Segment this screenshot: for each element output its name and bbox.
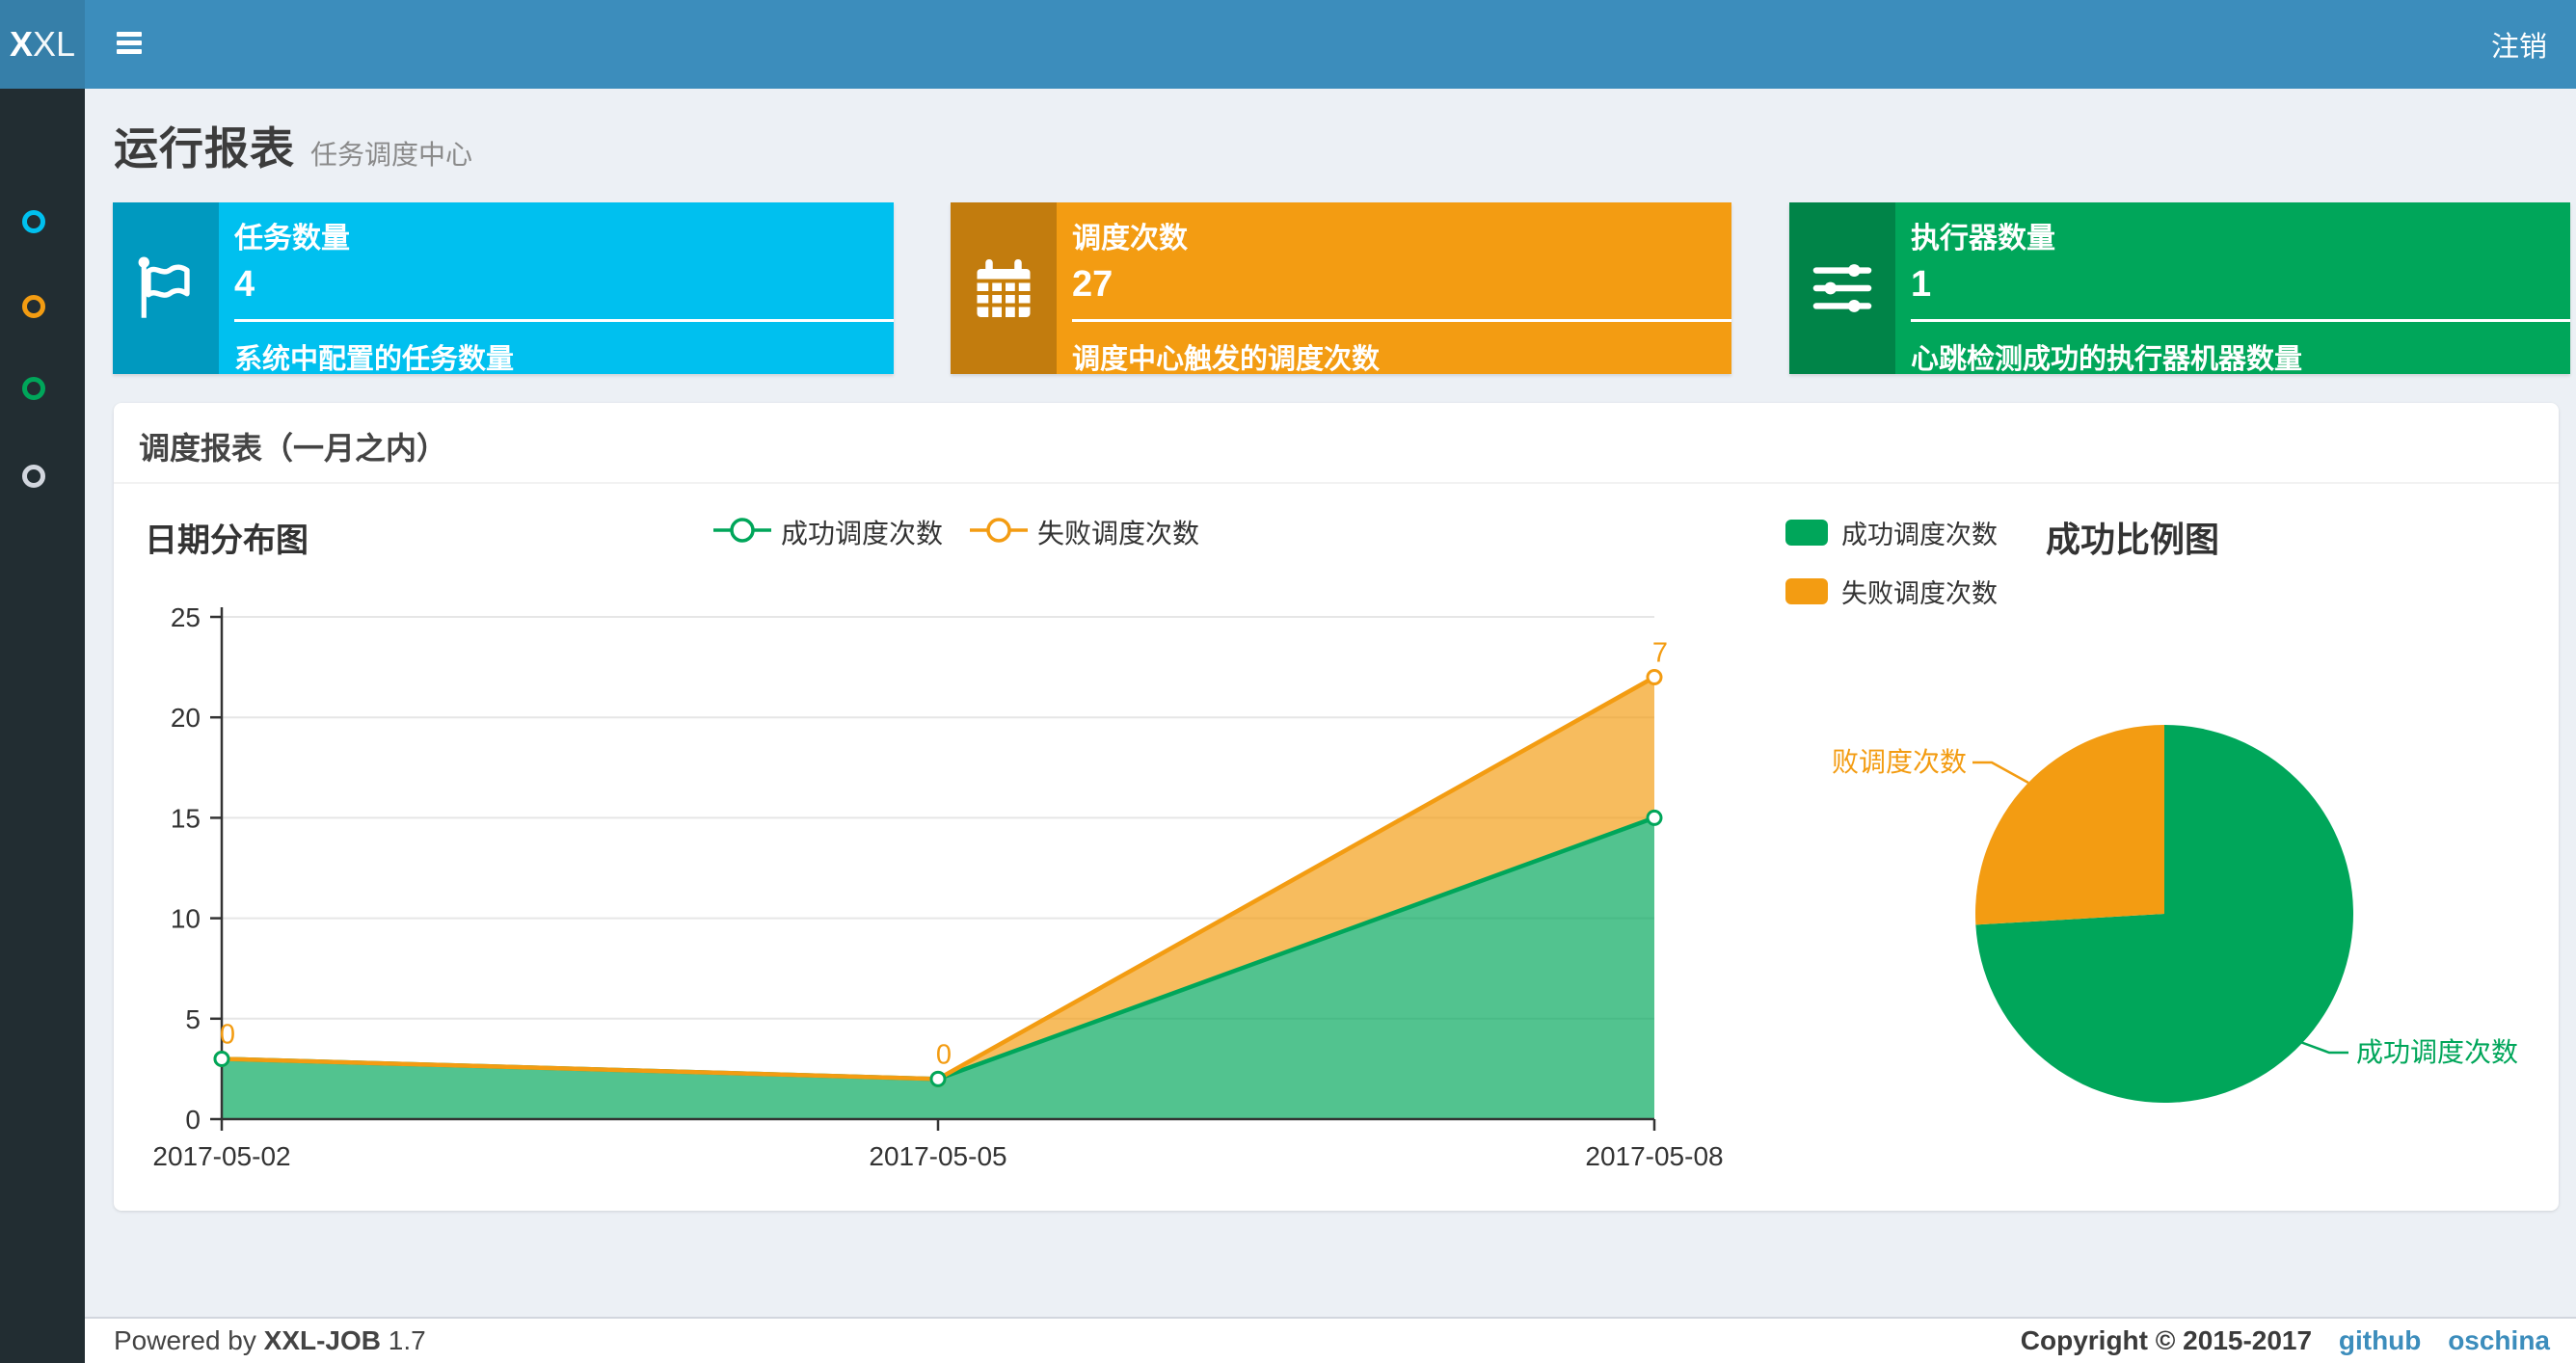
pie-chart-legend: 成功调度次数 失败调度次数	[1785, 514, 1998, 631]
svg-text:0: 0	[936, 1039, 952, 1070]
svg-text:25: 25	[171, 602, 201, 632]
stat-title: 调度次数	[1072, 223, 1188, 254]
hamburger-icon	[117, 32, 142, 37]
pie-chart[interactable]: 成功调度次数 失败调度次数	[1832, 636, 2536, 1176]
stat-box-jobs: 任务数量 4 系统中配置的任务数量	[113, 202, 894, 375]
page-subtitle: 任务调度中心	[310, 140, 473, 170]
report-panel-title: 调度报表（一月之内）	[139, 431, 448, 466]
page-footer: Powered by XXL-JOB 1.7 Copyright © 2015-…	[85, 1317, 2576, 1363]
legend-item-fail[interactable]: 失败调度次数	[1785, 573, 1998, 610]
svg-text:7: 7	[1652, 638, 1668, 669]
svg-text:5: 5	[185, 1004, 201, 1034]
pie-chart-title: 成功比例图	[2046, 520, 2220, 559]
github-link[interactable]: github	[2339, 1325, 2422, 1355]
page-header: 运行报表 任务调度中心	[114, 114, 472, 175]
app-logo-rest: XL	[32, 24, 76, 64]
sidebar-nav	[0, 89, 85, 1363]
flag-icon	[138, 256, 190, 318]
line-chart-legend: 成功调度次数 失败调度次数	[713, 513, 1199, 551]
svg-text:0: 0	[220, 1019, 235, 1050]
sidebar-item-3 circle-icon[interactable]	[22, 377, 45, 400]
svg-text:2017-05-05: 2017-05-05	[869, 1141, 1006, 1171]
svg-text:2017-05-02: 2017-05-02	[152, 1141, 290, 1171]
svg-text:失败调度次数: 失败调度次数	[1832, 747, 1967, 777]
line-series-marker-icon	[713, 516, 771, 549]
stat-title: 执行器数量	[1911, 223, 2055, 254]
svg-text:20: 20	[171, 703, 201, 733]
xxl-job-dashboard: X XL 注销 运行报表 任务调度中心 任务数量 4 系统中配置的任务数量 调度…	[0, 0, 2576, 1363]
oschina-link[interactable]: oschina	[2448, 1325, 2550, 1355]
app-logo[interactable]: X XL	[0, 0, 85, 89]
line-chart-title: 日期分布图	[145, 522, 309, 559]
svg-text:2017-05-08: 2017-05-08	[1585, 1141, 1723, 1171]
sliders-icon	[1812, 264, 1872, 312]
logout-link[interactable]: 注销	[2485, 0, 2553, 89]
powered-by: Powered by XXL-JOB 1.7	[114, 1325, 426, 1355]
app-logo-bold: X	[9, 24, 33, 64]
stat-box-executors: 执行器数量 1 心跳检测成功的执行器机器数量	[1789, 202, 2570, 375]
svg-text:成功调度次数: 成功调度次数	[2356, 1037, 2518, 1067]
sidebar-item-1 circle-icon[interactable]	[22, 210, 45, 233]
sidebar-toggle-button[interactable]	[108, 25, 150, 64]
stat-value: 1	[1911, 264, 1932, 305]
stat-description: 心跳检测成功的执行器机器数量	[1911, 344, 2303, 375]
swatch-icon	[1785, 578, 1828, 604]
copyright: Copyright © 2015-2017 github oschina	[2020, 1325, 2550, 1355]
stat-box-triggers: 调度次数 27 调度中心触发的调度次数	[951, 202, 1731, 375]
svg-text:0: 0	[185, 1105, 201, 1135]
svg-text:10: 10	[171, 904, 201, 934]
sidebar-item-2 circle-icon[interactable]	[22, 295, 45, 318]
stat-title: 任务数量	[234, 223, 350, 254]
product-name: XXL-JOB	[263, 1325, 382, 1355]
calendar-icon	[977, 259, 1031, 317]
swatch-icon	[1785, 520, 1828, 546]
line-chart[interactable]: 05101520252017-05-02 2017-05-05 2017-05-08…	[145, 578, 1784, 1195]
report-panel-header: 调度报表（一月之内）	[114, 403, 2559, 484]
product-version: 1.7	[388, 1325, 426, 1355]
svg-text:15: 15	[171, 803, 201, 833]
stat-value: 27	[1072, 264, 1114, 305]
top-navbar: X XL 注销	[0, 0, 2576, 89]
stat-description: 系统中配置的任务数量	[234, 344, 515, 375]
page-title: 运行报表	[114, 123, 295, 174]
legend-item-success[interactable]: 成功调度次数	[713, 513, 943, 551]
stat-description: 调度中心触发的调度次数	[1072, 344, 1381, 375]
stat-value: 4	[234, 264, 255, 305]
sidebar-item-4 circle-icon[interactable]	[22, 465, 45, 488]
line-series-marker-icon	[970, 516, 1029, 549]
legend-item-success[interactable]: 成功调度次数	[1785, 514, 1998, 551]
legend-item-fail[interactable]: 失败调度次数	[970, 513, 1199, 551]
